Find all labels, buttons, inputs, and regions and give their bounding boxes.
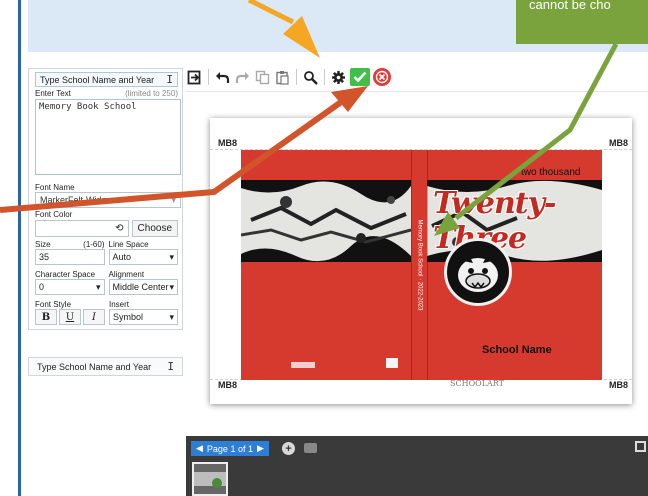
size-value: 35	[39, 252, 50, 262]
crop-mark-top-right: MB8	[608, 138, 628, 148]
headline-small-text: two thousand	[521, 167, 581, 178]
character-space-label: Character Space	[35, 270, 96, 279]
toolbar-divider	[324, 69, 325, 85]
alignment-label: Alignment	[108, 270, 145, 279]
crop-mark-top-left: MB8	[218, 138, 238, 148]
back-cover-photo-band	[241, 180, 411, 262]
gear-icon[interactable]	[330, 69, 347, 86]
font-name-label: Font Name	[35, 183, 75, 192]
back-cover-logo	[291, 362, 315, 368]
text-cursor-icon: I	[166, 73, 173, 86]
fullscreen-icon[interactable]	[635, 441, 646, 452]
text-item-header[interactable]: Type School Name and Year I	[35, 72, 178, 87]
text-cursor-icon: I	[167, 360, 174, 373]
alignment-value: Middle Center	[112, 282, 169, 292]
school-art-logo: SCHOOLART	[450, 379, 505, 388]
italic-button[interactable]: I	[83, 309, 105, 325]
redo-icon[interactable]	[234, 69, 251, 86]
callout-text: cannot be cho	[529, 0, 611, 12]
arrow-right-icon[interactable]: ▶	[257, 443, 264, 454]
chevron-down-icon: ▾	[171, 194, 176, 205]
school-name-text[interactable]: School Name	[482, 344, 552, 356]
chevron-down-icon: ▾	[169, 311, 174, 322]
font-name-select[interactable]: MarkerFelt-Wide ▾	[35, 192, 181, 208]
copy-icon[interactable]	[254, 69, 271, 86]
paste-icon[interactable]	[274, 69, 291, 86]
chevron-down-icon: ▾	[169, 281, 174, 292]
editor-toolbar	[186, 65, 391, 89]
font-color-label: Font Color	[35, 210, 73, 219]
character-space-select[interactable]: 0 ▾	[35, 279, 105, 295]
cancel-x-button[interactable]	[373, 68, 391, 86]
cover-artwork[interactable]: Memory Book School · 2022-2023 two thous…	[241, 150, 602, 380]
line-space-select[interactable]: Auto ▾	[108, 249, 178, 265]
page-label: Page 1 of 1	[206, 443, 253, 454]
enter-text-label: Enter Text	[35, 89, 71, 98]
reset-color-icon[interactable]: ⟲	[115, 223, 123, 234]
text-properties-panel: Type School Name and Year I Enter Text (…	[28, 68, 183, 330]
add-page-icon[interactable]: +	[282, 442, 295, 455]
bulldog-mascot-icon	[444, 238, 512, 306]
check-icon	[353, 71, 367, 83]
left-frame-border	[18, 0, 21, 496]
line-space-label: Line Space	[108, 240, 149, 249]
page-navigator-bar: ◀ Page 1 of 1 ▶ +	[186, 436, 648, 496]
insert-label: Insert	[109, 300, 130, 309]
chevron-down-icon: ▾	[169, 251, 174, 262]
toolbar-divider	[208, 69, 209, 85]
size-input[interactable]: 35	[35, 249, 105, 265]
character-space-value: 0	[39, 282, 45, 292]
arrow-left-icon[interactable]: ◀	[196, 443, 203, 454]
exit-icon[interactable]	[186, 69, 203, 86]
underline-button[interactable]: U	[59, 309, 81, 325]
font-style-label: Font Style	[35, 300, 72, 309]
text-item-collapsed[interactable]: Type School Name and Year I	[28, 357, 183, 376]
zoom-icon[interactable]	[302, 69, 319, 86]
back-cover-barcode	[386, 358, 398, 368]
spine-text: Memory Book School · 2022-2023	[416, 219, 423, 311]
bold-button[interactable]: B	[35, 309, 57, 325]
spine-text-area: Memory Book School · 2022-2023	[412, 210, 427, 320]
apply-check-button[interactable]	[350, 68, 370, 86]
collapsed-item-title: Type School Name and Year	[37, 361, 152, 372]
font-color-swatch[interactable]: ⟲	[35, 220, 129, 237]
page-selector[interactable]: ◀ Page 1 of 1 ▶	[191, 441, 269, 456]
crop-mark-bottom-left: MB8	[218, 380, 238, 390]
size-range-label: (1-60)	[83, 240, 105, 249]
font-name-value: MarkerFelt-Wide	[40, 195, 107, 205]
page-thumbnail[interactable]	[192, 462, 228, 496]
annotation-callout: cannot be cho	[516, 0, 648, 44]
toolbar-divider	[296, 69, 297, 85]
line-space-value: Auto	[112, 252, 132, 262]
alignment-select[interactable]: Middle Center ▾	[108, 279, 178, 295]
choose-color-button[interactable]: Choose	[131, 220, 178, 237]
undo-icon[interactable]	[214, 69, 231, 86]
spine-right-line	[427, 150, 428, 380]
chevron-down-icon: ▾	[95, 281, 101, 292]
text-limit-label: (limited to 250)	[125, 89, 178, 98]
text-item-title: Type School Name and Year	[40, 74, 155, 85]
camera-icon[interactable]	[304, 443, 317, 453]
enter-text-field[interactable]: Memory Book School	[35, 99, 181, 175]
size-label: Size	[35, 240, 51, 249]
insert-value: Symbol	[113, 312, 144, 322]
crop-mark-bottom-right: MB8	[608, 380, 628, 390]
close-icon	[375, 70, 389, 84]
insert-symbol-select[interactable]: Symbol ▾	[109, 309, 178, 325]
